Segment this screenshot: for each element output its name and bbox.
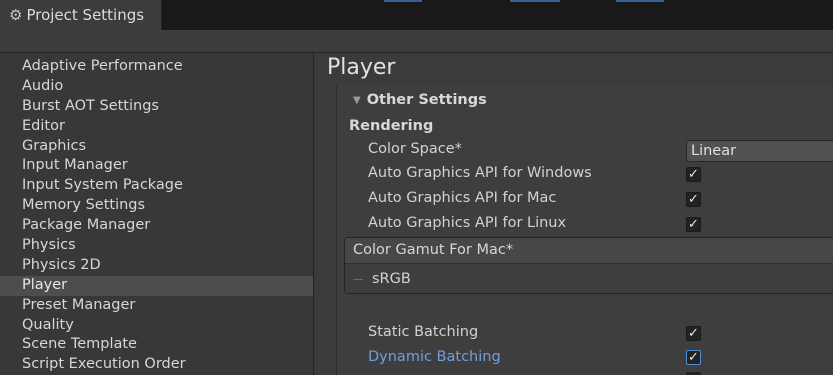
auto-api-windows-checkbox[interactable]: ✓: [686, 167, 701, 182]
sidebar-item-player[interactable]: Player: [0, 275, 313, 296]
toolbar: [0, 30, 833, 53]
main-panel: Player ▼ Other Settings Rendering Color S…: [315, 53, 833, 375]
auto-api-linux-checkbox[interactable]: ✓: [686, 217, 701, 232]
sidebar-item-burst-aot-settings[interactable]: Burst AOT Settings: [0, 97, 313, 117]
color-space-label: Color Space*: [368, 141, 462, 157]
sidebar-item-scene-template[interactable]: Scene Template: [0, 335, 313, 355]
auto-api-mac-checkbox[interactable]: ✓: [686, 192, 701, 207]
tab-title: Project Settings: [26, 6, 145, 24]
other-settings-foldout[interactable]: ▼ Other Settings: [353, 92, 487, 108]
color-gamut-list: Color Gamut For Mac* sRGB: [344, 237, 833, 294]
sidebar-item-package-manager[interactable]: Package Manager: [0, 216, 313, 236]
static-batching-label: Static Batching: [368, 324, 479, 340]
foldout-arrow-icon[interactable]: ▼: [353, 95, 361, 106]
tab-project-settings[interactable]: ⚙ Project Settings: [0, 0, 162, 30]
title-bar: ⚙ Project Settings: [0, 0, 833, 30]
static-batching-checkbox[interactable]: ✓: [686, 326, 701, 341]
tab-accent: [616, 0, 664, 2]
sidebar-item-graphics[interactable]: Graphics: [0, 137, 313, 157]
auto-api-linux-label: Auto Graphics API for Linux: [368, 215, 567, 231]
dynamic-batching-label: Dynamic Batching: [368, 349, 501, 365]
sidebar-item-editor[interactable]: Editor: [0, 117, 313, 137]
page-title: Player: [327, 55, 396, 80]
drag-handle-icon[interactable]: [353, 279, 363, 280]
sidebar-item-input-system-package[interactable]: Input System Package: [0, 176, 313, 196]
auto-api-mac-label: Auto Graphics API for Mac: [368, 190, 557, 206]
sidebar-item-adaptive-performance[interactable]: Adaptive Performance: [0, 57, 313, 77]
sidebar-item-input-manager[interactable]: Input Manager: [0, 156, 313, 176]
sidebar-item-quality[interactable]: Quality: [0, 316, 313, 336]
sidebar-item-audio[interactable]: Audio: [0, 77, 313, 97]
sidebar-item-preset-manager[interactable]: Preset Manager: [0, 296, 313, 316]
color-gamut-value: sRGB: [372, 271, 411, 287]
section-title: Other Settings: [366, 92, 487, 108]
sidebar: Adaptive Performance Audio Burst AOT Set…: [0, 53, 314, 375]
rendering-header: Rendering: [349, 118, 434, 134]
color-space-dropdown[interactable]: Linear: [686, 140, 833, 162]
dynamic-batching-checkbox[interactable]: ✓: [686, 350, 701, 365]
tab-accent: [510, 0, 560, 2]
color-gamut-item[interactable]: sRGB: [345, 264, 833, 294]
tab-accent: [384, 0, 422, 2]
auto-api-windows-label: Auto Graphics API for Windows: [368, 165, 592, 181]
sidebar-item-memory-settings[interactable]: Memory Settings: [0, 196, 313, 216]
settings-content: ▼ Other Settings Rendering Color Space* L…: [336, 86, 833, 375]
sidebar-item-physics[interactable]: Physics: [0, 236, 313, 256]
sidebar-item-script-execution-order[interactable]: Script Execution Order: [0, 355, 313, 375]
sidebar-item-physics-2d[interactable]: Physics 2D: [0, 256, 313, 276]
color-gamut-header: Color Gamut For Mac*: [345, 238, 833, 264]
gear-icon: ⚙: [9, 5, 23, 24]
